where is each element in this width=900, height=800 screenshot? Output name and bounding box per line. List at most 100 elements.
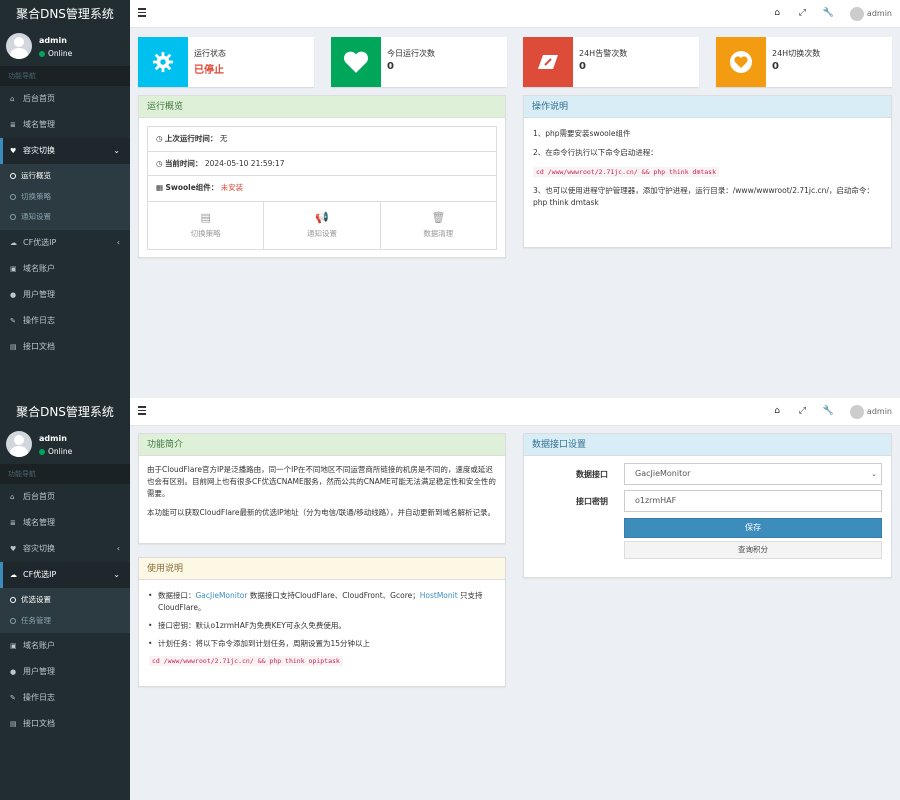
circle-icon [10,597,16,603]
home-icon[interactable]: ⌂ [774,406,780,416]
sidebar-item-logs[interactable]: ✎操作日志 [0,308,130,334]
usage-panel: 使用说明 数据接口：GacJieMonitor 数据接口支持CloudFlare… [138,557,506,687]
user-icon: ● [10,282,20,308]
usage-item-key: 接口密钥：默认o1zrmHAF为免费KEY可永久免费使用。 [147,620,497,632]
interface-label: 数据接口 [576,469,608,480]
app-title[interactable]: 聚合DNS管理系统 [0,398,130,426]
submenu-item-overview[interactable]: 运行概览 [0,166,130,187]
strategy-button[interactable]: ▤切换策略 [148,202,264,249]
info-box-label: 运行状态 [194,48,226,59]
usage-item-cron: 计划任务：将以下命令添加到计划任务，周期设置为15分钟以上 [147,638,497,650]
cleanup-button[interactable]: 🗑数据清理 [381,202,496,249]
topbar-user[interactable]: admin [867,9,892,18]
app-title[interactable]: 聚合DNS管理系统 [0,0,130,28]
info-box-runs: 今日运行次数 0 [331,37,507,87]
home-icon[interactable]: ⌂ [774,8,780,18]
nav-header: 功能导航 [0,464,130,484]
gacjiemonitor-link[interactable]: GacJieMonitor [196,591,248,600]
sidebar-item-users[interactable]: ●用户管理 [0,282,130,308]
file-icon: ▤ [10,711,20,737]
bullhorn-icon: 📢 [264,211,379,224]
menu-toggle-icon[interactable] [138,8,146,19]
key-label: 接口密钥 [576,496,608,507]
circle-icon [10,173,16,179]
circle-icon [10,194,16,200]
status-row-now: ◷ 当前时间： 2024-05-10 21:59:17 [148,152,496,177]
info-box-label: 24H切换次数 [772,48,820,59]
query-points-button[interactable]: 查询积分 [624,541,882,559]
trash-icon: 🗑 [381,211,496,224]
sidebar-item-accounts[interactable]: ▣域名账户 [0,633,130,659]
user-panel: admin Online [0,426,130,464]
user-status: Online [39,447,72,456]
heart-circle-icon [716,37,766,87]
sidebar: 聚合DNS管理系统 admin Online 功能导航 ⌂后台首页 ≣域名管理 … [0,0,130,398]
wrench-icon[interactable]: 🔧 [823,8,834,18]
topbar: ⌂ ⤢ 🔧 admin [130,398,900,426]
info-box-value: 0 [387,61,394,72]
status-row-swoole: ▦ Swoole组件： 未安装 [148,176,496,201]
chevron-left-icon: ‹ [117,536,120,562]
info-box-switches: 24H切换次数 0 [716,37,892,87]
sidebar-item-cf-ip[interactable]: ☁CF优选IP⌄ [0,562,130,588]
interface-select[interactable]: GacJieMonitor⌄ [624,463,882,485]
chevron-down-icon: ⌄ [113,562,120,588]
intro-paragraph-2: 本功能可以获取CloudFlare最新的优选IP地址（分为电信/联通/移动线路）… [147,507,497,519]
overview-panel: 运行概览 ◷ 上次运行时间： 无 ◷ 当前时间： 2024-05-10 21:5… [138,95,506,258]
user-panel: admin Online [0,28,130,66]
online-dot-icon [39,51,45,57]
hostmonit-link[interactable]: HostMonit [420,591,458,600]
command-code: cd /www/wwwroot/2.71jc.cn/ && php think … [149,656,343,666]
api-key-input[interactable]: o1zrmHAF [624,490,882,512]
lock-icon: ▣ [10,633,20,659]
gear-icon [138,37,188,87]
submenu-item-settings[interactable]: 优选设置 [0,590,130,611]
sidebar-item-home[interactable]: ⌂后台首页 [0,484,130,510]
submenu-item-notify[interactable]: 通知设置 [0,207,130,228]
sidebar-item-failover[interactable]: ♥容灾切换⌄ [0,138,130,164]
sidebar-item-failover[interactable]: ♥容灾切换‹ [0,536,130,562]
wrench-icon[interactable]: 🔧 [823,406,834,416]
menu-toggle-icon[interactable] [138,406,146,417]
submenu-item-tasks[interactable]: 任务管理 [0,611,130,632]
submenu-item-strategy[interactable]: 切换策略 [0,187,130,208]
sidebar-item-domains[interactable]: ≣域名管理 [0,510,130,536]
circle-icon [10,618,16,624]
save-button[interactable]: 保存 [624,518,882,538]
topbar-user[interactable]: admin [867,407,892,416]
list-icon: ≣ [10,510,20,536]
heartbeat-icon: ♥ [10,536,20,562]
sidebar: 聚合DNS管理系统 admin Online 功能导航 ⌂后台首页 ≣域名管理 … [0,398,130,800]
failover-submenu: 运行概览 切换策略 通知设置 [0,164,130,230]
info-box-label: 24H告警次数 [579,48,627,59]
avatar[interactable] [850,405,864,419]
sidebar-item-accounts[interactable]: ▣域名账户 [0,256,130,282]
sidebar-item-logs[interactable]: ✎操作日志 [0,685,130,711]
cf-ip-submenu: 优选设置 任务管理 [0,588,130,633]
expand-icon[interactable]: ⤢ [799,406,806,416]
intro-paragraph-1: 由于CloudFlare官方IP是泛播路由，同一个IP在不同地区不同运营商所链接… [147,464,497,500]
notify-button[interactable]: 📢通知设置 [264,202,380,249]
circle-icon [10,214,16,220]
sidebar-item-home[interactable]: ⌂后台首页 [0,86,130,112]
sidebar-item-api-docs[interactable]: ▤接口文档 [0,334,130,360]
sidebar-item-api-docs[interactable]: ▤接口文档 [0,711,130,737]
avatar [6,33,32,59]
api-settings-panel: 数据接口设置 数据接口 GacJieMonitor⌄ 接口密钥 o1zrmHAF… [523,433,892,578]
sidebar-item-cf-ip[interactable]: ☁CF优选IP‹ [0,230,130,256]
sidebar-item-domains[interactable]: ≣域名管理 [0,112,130,138]
instruction-line-3: 3、也可以使用进程守护管理器，添加守护进程，运行目录：/www/wwwroot/… [533,185,882,209]
avatar[interactable] [850,7,864,21]
info-box-value: 0 [579,61,586,72]
chevron-left-icon: ‹ [117,230,120,256]
screen-cf-optimized-ip: 聚合DNS管理系统 admin Online 功能导航 ⌂后台首页 ≣域名管理 … [0,398,900,800]
cloud-icon: ☁ [10,230,20,256]
expand-icon[interactable]: ⤢ [799,8,806,18]
file-icon: ▤ [10,334,20,360]
instructions-panel: 操作说明 1、php需要安装swoole组件 2、在命令行执行以下命令启动进程：… [523,95,892,248]
instruction-line-2: 2、在命令行执行以下命令启动进程： [533,147,882,159]
edit-icon: ✎ [10,308,20,334]
edit-icon: ✎ [10,685,20,711]
sidebar-item-users[interactable]: ●用户管理 [0,659,130,685]
info-box-status: 运行状态 已停止 [138,37,314,87]
